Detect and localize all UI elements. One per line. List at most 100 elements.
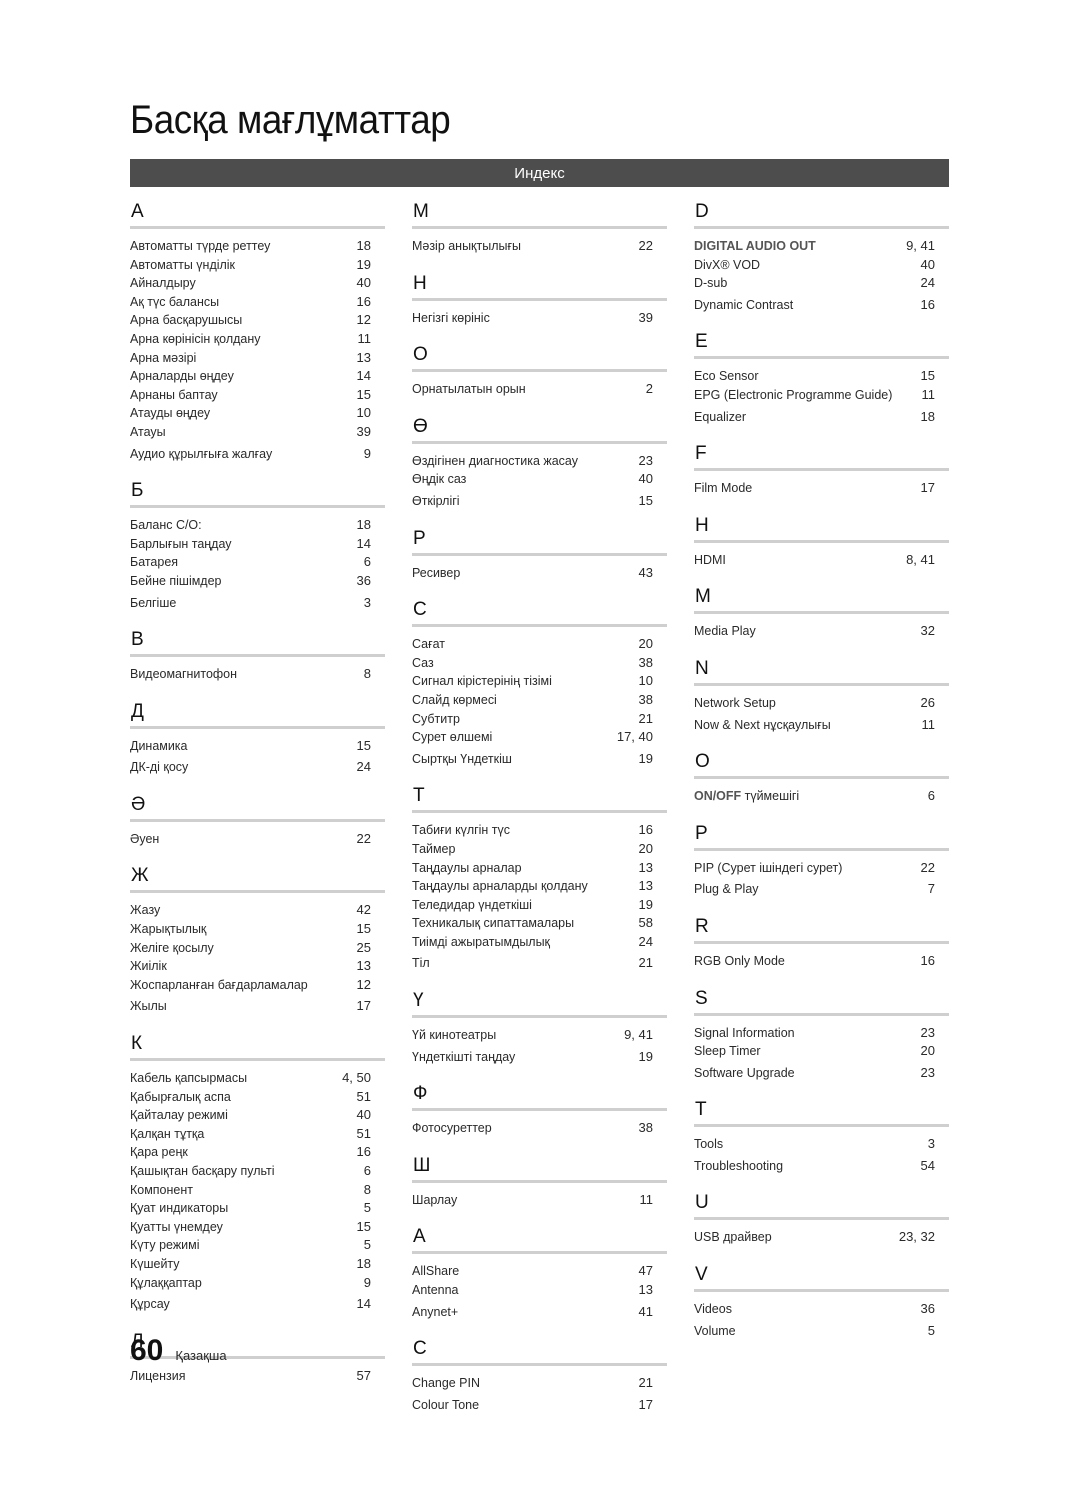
index-entry[interactable]: Айналдыру 40 (130, 274, 385, 293)
index-entry[interactable]: Қуатты үнемдеу 15 (130, 1218, 385, 1237)
index-entry[interactable]: Dynamic Contrast 16 (694, 296, 949, 315)
index-entry[interactable]: Таймер 20 (412, 840, 667, 859)
index-page-numbers[interactable]: 18 (921, 408, 935, 427)
index-page-numbers[interactable]: 7 (928, 880, 935, 899)
index-page-numbers[interactable]: 16 (357, 293, 371, 312)
index-page-numbers[interactable]: 16 (357, 1143, 371, 1162)
index-page-numbers[interactable]: 14 (357, 367, 371, 386)
index-entry[interactable]: Арналарды өңдеу 14 (130, 367, 385, 386)
index-entry[interactable]: Жазу 42 (130, 901, 385, 920)
index-page-numbers[interactable]: 40 (357, 1106, 371, 1125)
index-entry[interactable]: Құлаққаптар 9 (130, 1274, 385, 1293)
index-page-numbers[interactable]: 15 (357, 1218, 371, 1237)
index-page-numbers[interactable]: 17 (921, 479, 935, 498)
index-entry[interactable]: Videos 36 (694, 1300, 949, 1319)
index-entry[interactable]: Динамика 15 (130, 737, 385, 756)
index-entry[interactable]: Сурет өлшемі 17, 40 (412, 728, 667, 747)
index-entry[interactable]: Қара реңк 16 (130, 1143, 385, 1162)
index-page-numbers[interactable]: 19 (639, 896, 653, 915)
index-entry[interactable]: Видеомагнитофон 8 (130, 665, 385, 684)
index-page-numbers[interactable]: 38 (639, 691, 653, 710)
index-entry[interactable]: Үй кинотеатры 9, 41 (412, 1026, 667, 1045)
index-entry[interactable]: D-sub 24 (694, 274, 949, 293)
index-page-numbers[interactable]: 40 (921, 256, 935, 275)
index-page-numbers[interactable]: 5 (928, 1322, 935, 1341)
index-entry[interactable]: Атауы 39 (130, 423, 385, 442)
index-page-numbers[interactable]: 14 (357, 535, 371, 554)
index-entry[interactable]: Батарея 6 (130, 553, 385, 572)
index-entry[interactable]: Equalizer 18 (694, 408, 949, 427)
index-page-numbers[interactable]: 57 (357, 1367, 371, 1386)
index-page-numbers[interactable]: 58 (639, 914, 653, 933)
index-page-numbers[interactable]: 8, 41 (906, 551, 935, 570)
index-page-numbers[interactable]: 13 (357, 349, 371, 368)
index-page-numbers[interactable]: 36 (921, 1300, 935, 1319)
index-entry[interactable]: Бейне пішімдер 36 (130, 572, 385, 591)
index-entry[interactable]: Жоспарланған бағдарламалар 12 (130, 976, 385, 995)
index-page-numbers[interactable]: 9 (364, 1274, 371, 1293)
index-page-numbers[interactable]: 40 (639, 470, 653, 489)
index-entry[interactable]: Қабырғалық аспа 51 (130, 1088, 385, 1107)
index-entry[interactable]: Қалқан тұтқа 51 (130, 1125, 385, 1144)
index-entry[interactable]: Troubleshooting 54 (694, 1157, 949, 1176)
index-page-numbers[interactable]: 16 (921, 296, 935, 315)
index-page-numbers[interactable]: 40 (357, 274, 371, 293)
index-entry[interactable]: Сигнал кірістерінің тізімі 10 (412, 672, 667, 691)
index-entry[interactable]: Film Mode 17 (694, 479, 949, 498)
index-entry[interactable]: Желіге қосылу 25 (130, 939, 385, 958)
index-entry[interactable]: Арна басқарушысы 12 (130, 311, 385, 330)
index-entry[interactable]: USB драйвер 23, 32 (694, 1228, 949, 1247)
index-page-numbers[interactable]: 25 (357, 939, 371, 958)
index-page-numbers[interactable]: 10 (357, 404, 371, 423)
index-page-numbers[interactable]: 39 (639, 309, 653, 328)
index-entry[interactable]: Лицензия 57 (130, 1367, 385, 1386)
index-page-numbers[interactable]: 6 (364, 1162, 371, 1181)
index-page-numbers[interactable]: 23 (639, 452, 653, 471)
index-page-numbers[interactable]: 18 (357, 516, 371, 535)
index-entry[interactable]: Өздігінен диагностика жасау 23 (412, 452, 667, 471)
index-page-numbers[interactable]: 11 (922, 386, 936, 405)
index-entry[interactable]: EPG (Electronic Programme Guide) 11 (694, 386, 949, 405)
index-entry[interactable]: Жиілік 13 (130, 957, 385, 976)
index-page-numbers[interactable]: 20 (639, 635, 653, 654)
index-page-numbers[interactable]: 47 (639, 1262, 653, 1281)
index-entry[interactable]: Автоматты үнділік 19 (130, 256, 385, 275)
index-entry[interactable]: RGB Only Mode 16 (694, 952, 949, 971)
index-entry[interactable]: Арна көрінісін қолдану 11 (130, 330, 385, 349)
index-entry[interactable]: Күшейту 18 (130, 1255, 385, 1274)
index-page-numbers[interactable]: 15 (639, 492, 653, 511)
index-entry[interactable]: Tools 3 (694, 1135, 949, 1154)
index-entry[interactable]: Ақ түс балансы 16 (130, 293, 385, 312)
index-entry[interactable]: Сағат 20 (412, 635, 667, 654)
index-page-numbers[interactable]: 13 (639, 859, 653, 878)
index-entry[interactable]: Сыртқы Үндеткіш 19 (412, 750, 667, 769)
index-entry[interactable]: Now & Next нұсқаулығы 11 (694, 716, 949, 735)
index-page-numbers[interactable]: 3 (364, 594, 371, 613)
index-page-numbers[interactable]: 3 (928, 1135, 935, 1154)
index-entry[interactable]: Саз 38 (412, 654, 667, 673)
index-page-numbers[interactable]: 12 (357, 311, 371, 330)
index-entry[interactable]: ДК-ді қосу 24 (130, 758, 385, 777)
index-page-numbers[interactable]: 2 (646, 380, 653, 399)
index-page-numbers[interactable]: 21 (639, 1374, 653, 1393)
index-page-numbers[interactable]: 13 (357, 957, 371, 976)
index-entry[interactable]: Теледидар үндеткіші 19 (412, 896, 667, 915)
index-entry[interactable]: Өткірлігі 15 (412, 492, 667, 511)
index-page-numbers[interactable]: 18 (357, 237, 371, 256)
index-page-numbers[interactable]: 11 (922, 716, 936, 735)
index-entry[interactable]: Anynet+ 41 (412, 1303, 667, 1322)
index-entry[interactable]: Слайд көрмесі 38 (412, 691, 667, 710)
index-entry[interactable]: Кабель қапсырмасы 4, 50 (130, 1069, 385, 1088)
index-entry[interactable]: Media Play 32 (694, 622, 949, 641)
index-entry[interactable]: Шарлау 11 (412, 1191, 667, 1210)
index-page-numbers[interactable]: 5 (364, 1236, 371, 1255)
index-entry[interactable]: Үндеткішті таңдау 19 (412, 1048, 667, 1067)
index-entry[interactable]: Техникалық сипаттамалары 58 (412, 914, 667, 933)
index-entry[interactable]: Қуат индикаторы 5 (130, 1199, 385, 1218)
index-page-numbers[interactable]: 22 (639, 237, 653, 256)
index-entry[interactable]: Antenna 13 (412, 1281, 667, 1300)
index-page-numbers[interactable]: 41 (639, 1303, 653, 1322)
index-entry[interactable]: Ресивер 43 (412, 564, 667, 583)
index-page-numbers[interactable]: 42 (357, 901, 371, 920)
index-entry[interactable]: Негізгі көрініс 39 (412, 309, 667, 328)
